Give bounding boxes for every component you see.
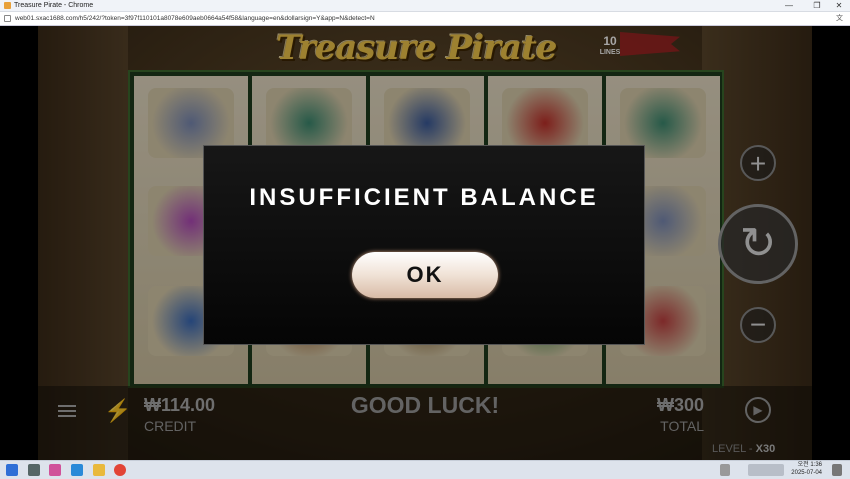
copilot-icon[interactable]: [49, 464, 61, 476]
insufficient-balance-dialog: INSUFFICIENT BALANCE OK: [203, 145, 645, 345]
task-view-icon[interactable]: [28, 464, 40, 476]
keyboard-layout-icon[interactable]: [720, 464, 730, 476]
file-explorer-icon[interactable]: [93, 464, 105, 476]
edge-icon[interactable]: [71, 464, 83, 476]
site-info-icon[interactable]: [4, 15, 11, 22]
close-button[interactable]: ✕: [830, 0, 848, 11]
taskbar: 오전 1:36 2025-07-04: [0, 460, 850, 479]
clock-date[interactable]: 2025-07-04: [790, 469, 822, 478]
dialog-message: INSUFFICIENT BALANCE: [249, 184, 599, 211]
app-icon: [4, 2, 11, 9]
game-canvas[interactable]: Treasure Pirate 10 LINES ⚡ ₩114.00 CREDI…: [0, 26, 850, 460]
notification-icon[interactable]: [832, 464, 842, 476]
address-bar[interactable]: web01.sxac1688.com/h5/242/?token=3f97f11…: [0, 12, 850, 26]
window-title: Treasure Pirate - Chrome: [14, 2, 94, 9]
chrome-icon[interactable]: [114, 464, 126, 476]
ok-button[interactable]: OK: [352, 252, 498, 298]
system-tray-icons[interactable]: [748, 464, 784, 476]
windows-start-icon[interactable]: [6, 464, 18, 476]
translate-icon[interactable]: 文: [835, 14, 844, 23]
maximize-button[interactable]: ❐: [808, 0, 826, 11]
minimize-button[interactable]: —: [780, 0, 798, 11]
url-text[interactable]: web01.sxac1688.com/h5/242/?token=3f97f11…: [15, 12, 375, 25]
window-titlebar: Treasure Pirate - Chrome — ❐ ✕: [0, 0, 850, 12]
